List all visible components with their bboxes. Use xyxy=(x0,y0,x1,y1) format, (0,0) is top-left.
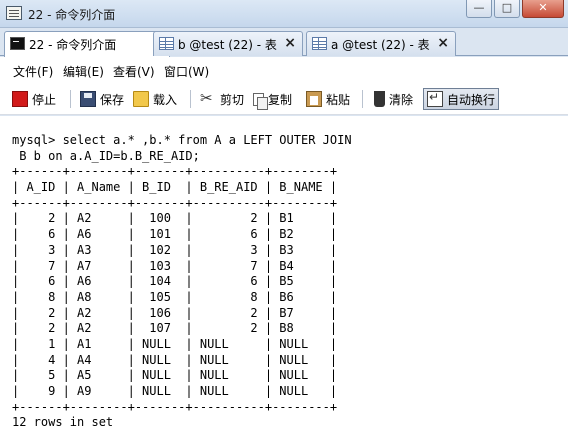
load-label: 载入 xyxy=(153,92,178,107)
trash-icon xyxy=(374,91,385,107)
tab-command-line[interactable]: 22 - 命令列介面 × xyxy=(4,31,170,57)
menu-file[interactable]: 文件(F) xyxy=(13,63,53,80)
app-icon xyxy=(6,6,22,20)
stop-button[interactable]: 停止 xyxy=(12,88,56,110)
window-controls: — □ ✕ xyxy=(466,0,564,20)
clear-label: 清除 xyxy=(389,92,414,107)
word-wrap-icon xyxy=(427,90,443,107)
tab-label: a @test (22) - 表 xyxy=(331,38,430,52)
save-label: 保存 xyxy=(100,92,125,107)
toolbar-divider xyxy=(362,90,363,108)
console-line: | 8 | A8 | 105 | 8 | B6 | xyxy=(12,289,338,304)
menu-view[interactable]: 查看(V) xyxy=(113,63,155,80)
clipboard-icon xyxy=(306,91,322,107)
console-line: | 2 | A2 | 106 | 2 | B7 | xyxy=(12,305,338,320)
console-line: +------+--------+-------+----------+----… xyxy=(12,195,338,210)
copy-icon xyxy=(253,92,268,110)
stop-label: 停止 xyxy=(32,92,57,107)
tab-label: 22 - 命令列介面 xyxy=(29,38,117,52)
console-line: | 6 | A6 | 104 | 6 | B5 | xyxy=(12,274,338,289)
console-line: | 4 | A4 | NULL | NULL | NULL | xyxy=(12,352,338,367)
tab-table-a[interactable]: a @test (22) - 表 × xyxy=(306,31,456,56)
window-title: 22 - 命令列介面 xyxy=(28,8,116,22)
console-line: | 3 | A3 | 102 | 3 | B3 | xyxy=(12,242,338,257)
toolbar-divider xyxy=(70,90,71,108)
save-icon xyxy=(80,91,96,107)
cut-button[interactable]: 剪切 xyxy=(200,88,244,110)
console-line: | 1 | A1 | NULL | NULL | NULL | xyxy=(12,336,338,351)
console-line: | 2 | A2 | 107 | 2 | B8 | xyxy=(12,321,338,336)
copy-button[interactable]: 复制 xyxy=(253,88,292,110)
console-line: +------+--------+-------+----------+----… xyxy=(12,399,338,414)
paste-label: 粘贴 xyxy=(326,92,351,107)
title-bar: 22 - 命令列介面 — □ ✕ xyxy=(0,0,568,28)
paste-button[interactable]: 粘贴 xyxy=(306,88,350,110)
console-line: | 6 | A6 | 101 | 6 | B2 | xyxy=(12,227,338,242)
terminal-icon xyxy=(10,37,25,50)
menu-edit[interactable]: 编辑(E) xyxy=(63,63,104,80)
console-output[interactable]: mysql> select a.* ,b.* from A a LEFT OUT… xyxy=(0,116,568,438)
console-text: mysql> select a.* ,b.* from A a LEFT OUT… xyxy=(12,133,352,431)
menu-bar: 文件(F) 编辑(E) 查看(V) 窗口(W) xyxy=(0,57,568,83)
tab-table-b[interactable]: b @test (22) - 表 × xyxy=(153,31,303,56)
stop-icon xyxy=(12,91,28,107)
cut-label: 剪切 xyxy=(220,92,245,107)
console-line: +------+--------+-------+----------+----… xyxy=(12,164,338,179)
load-button[interactable]: 载入 xyxy=(133,88,177,110)
menu-window[interactable]: 窗口(W) xyxy=(164,63,209,80)
console-line: 12 rows in set xyxy=(12,415,114,430)
scissors-icon xyxy=(200,89,216,107)
copy-label: 复制 xyxy=(268,92,293,107)
toolbar: 停止 保存 载入 剪切 复制 粘贴 清除 自动换行 xyxy=(0,83,568,115)
console-line: | A_ID | A_Name | B_ID | B_RE_AID | B_NA… xyxy=(12,180,338,195)
table-icon xyxy=(312,37,327,50)
console-line: B b on a.A_ID=b.B_RE_AID; xyxy=(12,148,200,163)
console-line: mysql> select a.* ,b.* from A a LEFT OUT… xyxy=(12,133,352,147)
close-button[interactable]: ✕ xyxy=(522,0,564,18)
word-wrap-label: 自动换行 xyxy=(447,92,496,107)
maximize-button[interactable]: □ xyxy=(494,0,520,18)
console-line: | 5 | A5 | NULL | NULL | NULL | xyxy=(12,368,338,383)
console-line: | 2 | A2 | 100 | 2 | B1 | xyxy=(12,211,338,226)
toolbar-divider xyxy=(190,90,191,108)
word-wrap-toggle[interactable]: 自动换行 xyxy=(423,88,500,110)
console-line: | 9 | A9 | NULL | NULL | NULL | xyxy=(12,384,338,398)
save-button[interactable]: 保存 xyxy=(80,88,124,110)
console-line: | 7 | A7 | 103 | 7 | B4 | xyxy=(12,258,338,273)
tab-close-icon[interactable]: × xyxy=(284,35,296,51)
folder-icon xyxy=(133,91,149,107)
tab-label: b @test (22) - 表 xyxy=(178,38,277,52)
clear-button[interactable]: 清除 xyxy=(374,88,413,110)
tab-close-icon[interactable]: × xyxy=(437,35,449,51)
table-icon xyxy=(159,37,174,50)
tab-bar: 22 - 命令列介面 × b @test (22) - 表 × a @test … xyxy=(0,28,568,57)
minimize-button[interactable]: — xyxy=(466,0,492,18)
